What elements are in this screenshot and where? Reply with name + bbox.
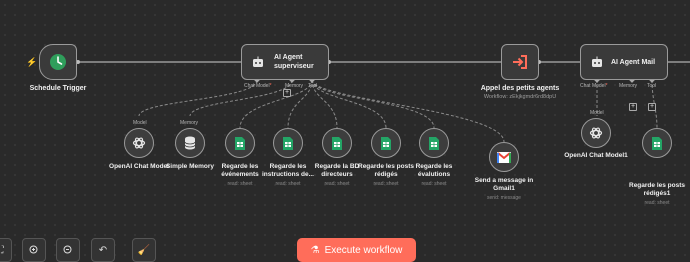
sheets-icon <box>283 136 293 150</box>
mail-port-tool: Tool <box>647 83 657 89</box>
mail-port-chat-label: Chat Model <box>580 83 606 89</box>
link-tool-4 <box>311 79 387 129</box>
gmail-label-1: Send a message in <box>474 177 534 184</box>
openai-chat-model-node[interactable] <box>124 128 154 158</box>
openai-icon <box>589 127 603 139</box>
openai-chat-model1-label: OpenAI Chat Model1 <box>564 152 628 159</box>
mail-agent-title: AI Agent Mail <box>611 58 656 66</box>
simple-memory-node[interactable] <box>175 128 205 158</box>
supervisor-title-line1: AI Agent <box>274 54 303 61</box>
sheets-icon <box>332 136 342 150</box>
mail-port-chat-model: Chat Model* <box>580 83 608 89</box>
ai-agent-superviseur-node[interactable]: AI Agent superviseur <box>241 44 329 80</box>
add-mail-memory-button[interactable]: + <box>629 103 637 111</box>
mail-model-caption: Model <box>590 110 604 116</box>
sheets-icon <box>381 136 391 150</box>
sheets-icon <box>652 136 662 150</box>
link-tool-5 <box>311 79 435 129</box>
openai-icon <box>132 137 146 149</box>
sheet-posts1-label-1: Regarde les posts <box>629 182 685 189</box>
sheet-evaluations-op: read: sheet <box>421 181 447 187</box>
sheets-icon <box>429 136 439 150</box>
openai-chat-model1-node[interactable] <box>581 118 611 148</box>
add-memory-button[interactable]: + <box>283 89 291 97</box>
tidy-up-button[interactable]: 🧹 <box>132 238 156 262</box>
sheet-posts1-node[interactable] <box>642 128 672 158</box>
memory-caption: Memory <box>180 120 199 126</box>
robot-icon <box>592 56 602 67</box>
sheet-evaluations-node[interactable] <box>419 128 449 158</box>
fit-view-button[interactable]: ⛶ <box>0 238 12 262</box>
call-agents-workflow-id: Workflow: zEkjkgmdr6rd8dpU <box>483 94 557 100</box>
schedule-trigger-node[interactable] <box>39 44 77 80</box>
sheet-posts1-label-2: rédigés1 <box>643 190 671 197</box>
port-tool: Tool <box>308 83 318 89</box>
sheets-icon <box>235 136 245 150</box>
robot-icon <box>253 56 263 67</box>
call-agents-label: Appel des petits agents <box>480 85 560 92</box>
gmail-label-2: Gmail1 <box>493 185 515 192</box>
port-chat-model: Chat Model* <box>244 83 272 89</box>
gmail-icon <box>497 151 511 163</box>
link-chat-model <box>138 79 258 117</box>
ai-agent-mail-node[interactable]: AI Agent Mail <box>580 44 668 80</box>
clock-icon <box>50 54 66 70</box>
required-mark: * <box>269 83 272 89</box>
zoom-out-button[interactable] <box>56 238 80 262</box>
execute-workflow-button[interactable]: ⚗ Execute workflow <box>297 238 416 262</box>
undo-button[interactable]: ↶ <box>91 238 115 262</box>
schedule-trigger-label: Schedule Trigger <box>29 85 87 92</box>
sheet-directors-node[interactable] <box>322 128 352 158</box>
workflow-canvas[interactable]: ⚡ Schedule Trigger AI Agent superviseur … <box>0 0 690 262</box>
supervisor-title-line2: superviseur <box>274 63 314 70</box>
database-icon <box>184 136 196 150</box>
sheet-events-node[interactable] <box>225 128 255 158</box>
gmail-node[interactable] <box>489 142 519 172</box>
zoom-in-button[interactable] <box>22 238 46 262</box>
gmail-op: send: message <box>487 195 521 201</box>
required-mark: * <box>605 83 608 89</box>
mail-port-memory: Memory <box>619 83 638 89</box>
add-mail-tool-button[interactable]: + <box>648 103 656 111</box>
sheet-posts1-op: read: sheet <box>644 200 670 206</box>
model-caption: Model <box>133 120 147 126</box>
call-agents-node[interactable] <box>501 44 539 80</box>
port-chat-model-label: Chat Model <box>244 83 270 89</box>
sheet-instructions-node[interactable] <box>273 128 303 158</box>
sheet-posts-node[interactable] <box>371 128 401 158</box>
sheet-evaluations-label-1: Regarde les <box>415 163 453 170</box>
sheet-evaluations-label-2: évalutions <box>417 171 451 178</box>
enter-icon <box>513 55 527 69</box>
lightning-icon: ⚡ <box>26 57 38 67</box>
